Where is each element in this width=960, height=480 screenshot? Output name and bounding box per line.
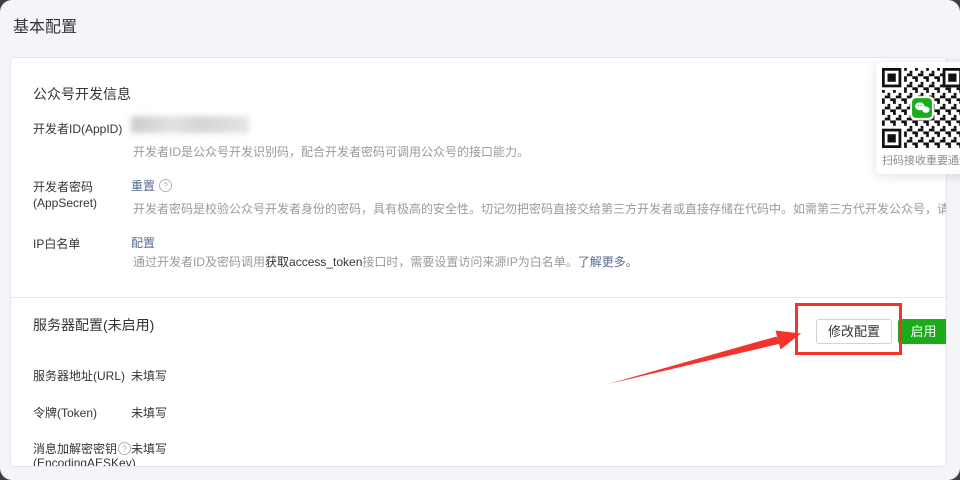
appsecret-label-line2: (AppSecret) bbox=[33, 196, 97, 210]
appsecret-actions: 重置? bbox=[131, 177, 172, 194]
basic-config-page: 基本配置 公众号开发信息 开发者ID(AppID) 开发者ID是公众号开发识别码… bbox=[0, 0, 960, 480]
server-url-label: 服务器地址(URL) bbox=[33, 367, 125, 384]
aeskey-label-line2: (EncodingAESKey) bbox=[33, 456, 136, 467]
token-label: 令牌(Token) bbox=[33, 404, 97, 421]
question-circle-icon[interactable]: ? bbox=[159, 179, 172, 192]
ip-whitelist-label: IP白名单 bbox=[33, 235, 80, 252]
server-url-value: 未填写 bbox=[131, 367, 167, 384]
qr-code-icon bbox=[882, 68, 960, 148]
ip-desc-prefix: 通过开发者ID及密码调用 bbox=[133, 255, 265, 269]
access-token-text: 获取access_token bbox=[265, 255, 362, 269]
modify-config-button[interactable]: 修改配置 bbox=[816, 319, 892, 344]
qr-notice-panel: 扫码接收重要通知 bbox=[876, 62, 960, 174]
section-divider bbox=[11, 297, 946, 298]
section-title-server-config: 服务器配置(未启用) bbox=[33, 315, 154, 335]
appid-label: 开发者ID(AppID) bbox=[33, 120, 122, 137]
aeskey-label-text: 消息加解密密钥 bbox=[33, 442, 117, 456]
configure-ip-whitelist-link[interactable]: 配置 bbox=[131, 234, 155, 251]
question-circle-icon[interactable]: ? bbox=[118, 442, 131, 455]
aeskey-value: 未填写 bbox=[131, 440, 167, 457]
appid-desc: 开发者ID是公众号开发识别码，配合开发者密码可调用公众号的接口能力。 bbox=[133, 143, 529, 160]
wechat-logo-icon bbox=[910, 96, 934, 120]
ip-whitelist-desc: 通过开发者ID及密码调用获取access_token接口时，需要设置访问来源IP… bbox=[133, 253, 638, 270]
appsecret-label-line1: 开发者密码 bbox=[33, 178, 93, 195]
section-title-dev-info: 公众号开发信息 bbox=[33, 84, 131, 104]
main-card: 公众号开发信息 开发者ID(AppID) 开发者ID是公众号开发识别码，配合开发… bbox=[10, 57, 947, 467]
enable-button[interactable]: 启用 bbox=[898, 319, 947, 344]
reset-appsecret-link[interactable]: 重置 bbox=[131, 179, 155, 193]
token-value: 未填写 bbox=[131, 404, 167, 421]
appid-value-redacted bbox=[131, 116, 249, 133]
ip-desc-suffix: 接口时，需要设置访问来源IP为白名单。 bbox=[362, 255, 577, 269]
qr-caption: 扫码接收重要通知 bbox=[882, 152, 960, 168]
learn-more-link[interactable]: 了解更多。 bbox=[578, 255, 638, 269]
aeskey-label-line1: 消息加解密密钥? bbox=[33, 440, 131, 457]
appsecret-desc: 开发者密码是校验公众号开发者身份的密码，具有极高的安全性。切记勿把密码直接交给第… bbox=[133, 200, 947, 217]
page-title: 基本配置 bbox=[13, 13, 77, 37]
